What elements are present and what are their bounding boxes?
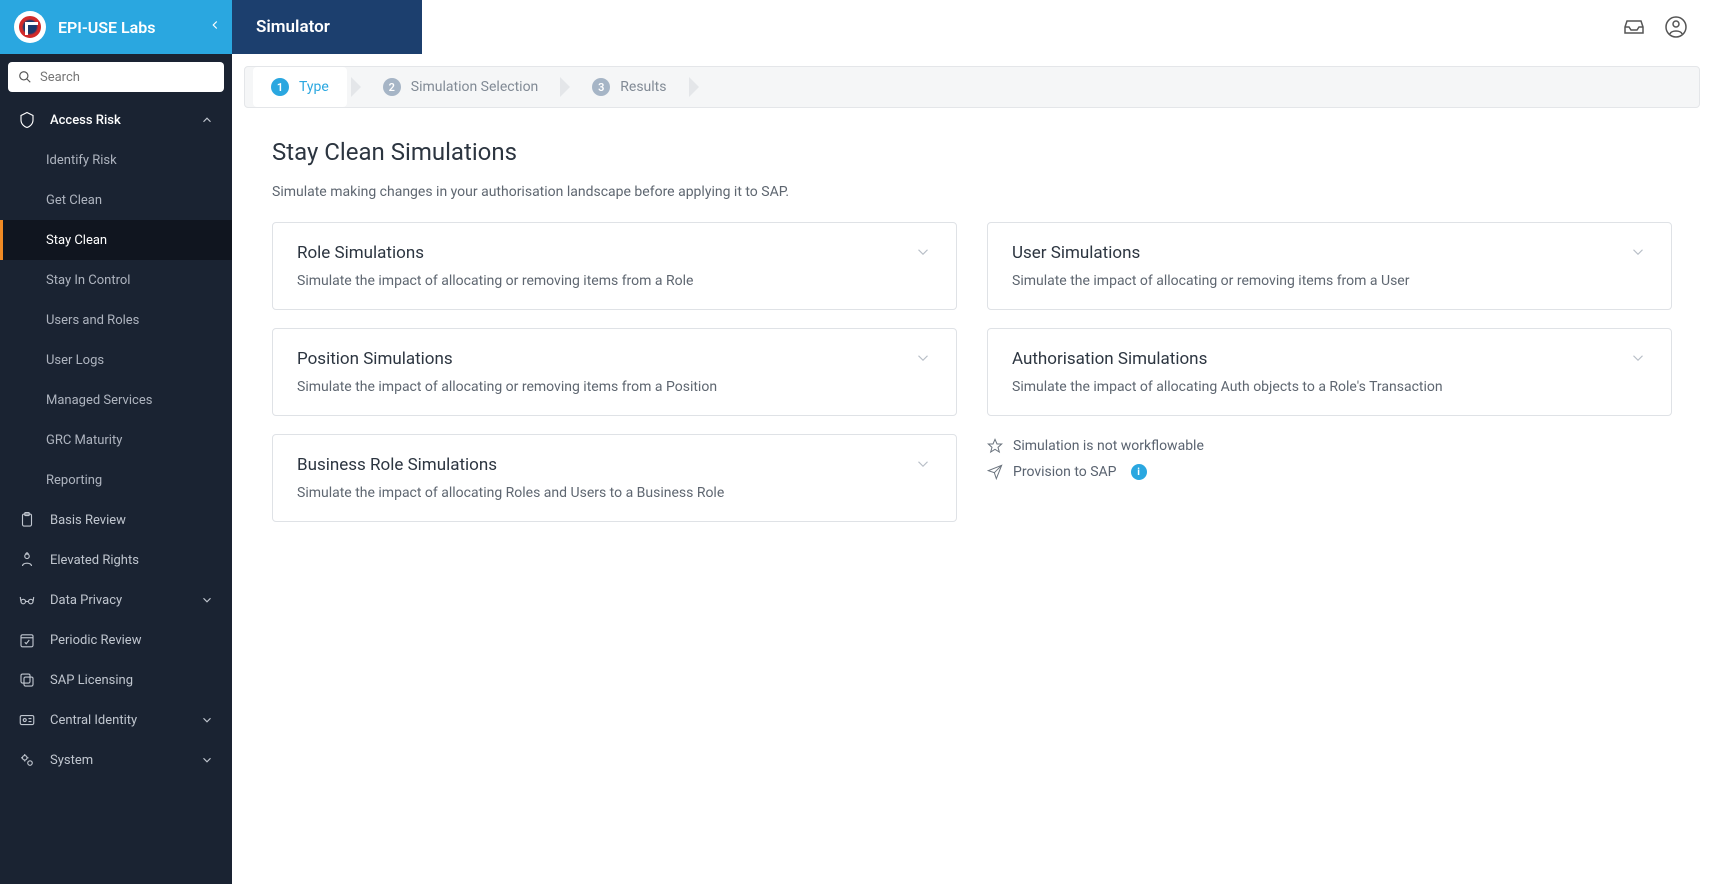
info-icon[interactable]: i [1131, 464, 1147, 480]
paper-plane-icon [987, 464, 1003, 480]
person-up-icon [18, 551, 36, 569]
glasses-icon [18, 591, 36, 609]
sidebar-item-stay-in-control[interactable]: Stay In Control [0, 260, 232, 300]
id-card-icon [18, 711, 36, 729]
sidebar-item-label: Periodic Review [50, 633, 141, 648]
step-simulation-selection[interactable]: 2 Simulation Selection [365, 67, 557, 107]
sidebar-item-system[interactable]: System [0, 740, 232, 780]
page-description: Simulate making changes in your authoris… [272, 184, 1672, 200]
legend-provision-to-sap: Provision to SAP i [987, 464, 1672, 480]
sidebar-item-label: Basis Review [50, 513, 126, 528]
card-description: Simulate the impact of allocating Roles … [297, 485, 932, 501]
topbar-actions [1622, 15, 1712, 39]
page-title: Stay Clean Simulations [272, 138, 1672, 166]
chevron-down-icon [914, 243, 932, 261]
sidebar-item-grc-maturity[interactable]: GRC Maturity [0, 420, 232, 460]
page-module-title: Simulator [232, 0, 422, 54]
sidebar-item-label: Elevated Rights [50, 553, 139, 568]
sidebar-item-data-privacy[interactable]: Data Privacy [0, 580, 232, 620]
card-role-simulations[interactable]: Role Simulations Simulate the impact of … [272, 222, 957, 310]
card-title: User Simulations [1012, 243, 1647, 263]
legend: Simulation is not workflowable Provision… [987, 434, 1672, 480]
search-container [0, 54, 232, 100]
chevron-down-icon [200, 753, 214, 767]
sidebar-item-label: System [50, 753, 93, 768]
sidebar-item-central-identity[interactable]: Central Identity [0, 700, 232, 740]
brand-name: EPI-USE Labs [58, 18, 156, 37]
step-separator [351, 77, 361, 97]
inbox-icon[interactable] [1622, 15, 1646, 39]
sidebar-item-sap-licensing[interactable]: SAP Licensing [0, 660, 232, 700]
sidebar-item-label: SAP Licensing [50, 673, 133, 688]
sidebar-item-users-and-roles[interactable]: Users and Roles [0, 300, 232, 340]
chevron-down-icon [914, 455, 932, 473]
sidebar-header: EPI-USE Labs [0, 0, 232, 54]
chevron-down-icon [200, 593, 214, 607]
sidebar-item-label: Data Privacy [50, 593, 122, 608]
wizard-steps: 1 Type 2 Simulation Selection 3 Results [244, 66, 1700, 108]
card-title: Position Simulations [297, 349, 932, 369]
legend-not-workflowable: Simulation is not workflowable [987, 438, 1672, 454]
card-title: Role Simulations [297, 243, 932, 263]
sidebar-item-identify-risk[interactable]: Identify Risk [0, 140, 232, 180]
sidebar-item-label: Access Risk [50, 113, 121, 128]
copy-icon [18, 671, 36, 689]
card-business-role-simulations[interactable]: Business Role Simulations Simulate the i… [272, 434, 957, 522]
main: Simulator 1 Type 2 Simulation Selection [232, 0, 1712, 884]
sidebar-item-basis-review[interactable]: Basis Review [0, 500, 232, 540]
shield-icon [18, 111, 36, 129]
gears-icon [18, 751, 36, 769]
clipboard-icon [18, 511, 36, 529]
card-position-simulations[interactable]: Position Simulations Simulate the impact… [272, 328, 957, 416]
card-user-simulations[interactable]: User Simulations Simulate the impact of … [987, 222, 1672, 310]
chevron-up-icon [200, 113, 214, 127]
card-title: Business Role Simulations [297, 455, 932, 475]
chevron-down-icon [914, 349, 932, 367]
card-description: Simulate the impact of allocating Auth o… [1012, 379, 1647, 395]
calendar-check-icon [18, 631, 36, 649]
sidebar-item-reporting[interactable]: Reporting [0, 460, 232, 500]
chevron-down-icon [1629, 349, 1647, 367]
card-description: Simulate the impact of allocating or rem… [1012, 273, 1647, 289]
step-results[interactable]: 3 Results [574, 67, 684, 107]
sidebar-item-user-logs[interactable]: User Logs [0, 340, 232, 380]
sidebar-item-stay-clean[interactable]: Stay Clean [0, 220, 232, 260]
search-icon [18, 70, 32, 84]
chevron-down-icon [1629, 243, 1647, 261]
sidebar-item-label: Central Identity [50, 713, 137, 728]
sidebar-collapse-button[interactable] [208, 18, 222, 36]
simulation-cards-grid: Role Simulations Simulate the impact of … [272, 222, 1672, 522]
user-profile-icon[interactable] [1664, 15, 1688, 39]
sidebar-item-get-clean[interactable]: Get Clean [0, 180, 232, 220]
search-input[interactable] [40, 70, 214, 85]
chevron-down-icon [200, 713, 214, 727]
brand-logo [14, 11, 46, 43]
card-title: Authorisation Simulations [1012, 349, 1647, 369]
step-separator [689, 77, 699, 97]
step-type[interactable]: 1 Type [253, 67, 347, 107]
sidebar-item-periodic-review[interactable]: Periodic Review [0, 620, 232, 660]
topbar: Simulator [232, 0, 1712, 54]
card-authorisation-simulations[interactable]: Authorisation Simulations Simulate the i… [987, 328, 1672, 416]
search-box[interactable] [8, 62, 224, 92]
sidebar-item-managed-services[interactable]: Managed Services [0, 380, 232, 420]
content: 1 Type 2 Simulation Selection 3 Results … [232, 54, 1712, 884]
nav: Access Risk Identify Risk Get Clean Stay… [0, 100, 232, 884]
step-separator [560, 77, 570, 97]
sidebar-item-access-risk[interactable]: Access Risk [0, 100, 232, 140]
star-outline-icon [987, 438, 1003, 454]
card-description: Simulate the impact of allocating or rem… [297, 379, 932, 395]
sidebar-item-elevated-rights[interactable]: Elevated Rights [0, 540, 232, 580]
card-description: Simulate the impact of allocating or rem… [297, 273, 932, 289]
sidebar: EPI-USE Labs Access Risk Identify Risk G… [0, 0, 232, 884]
